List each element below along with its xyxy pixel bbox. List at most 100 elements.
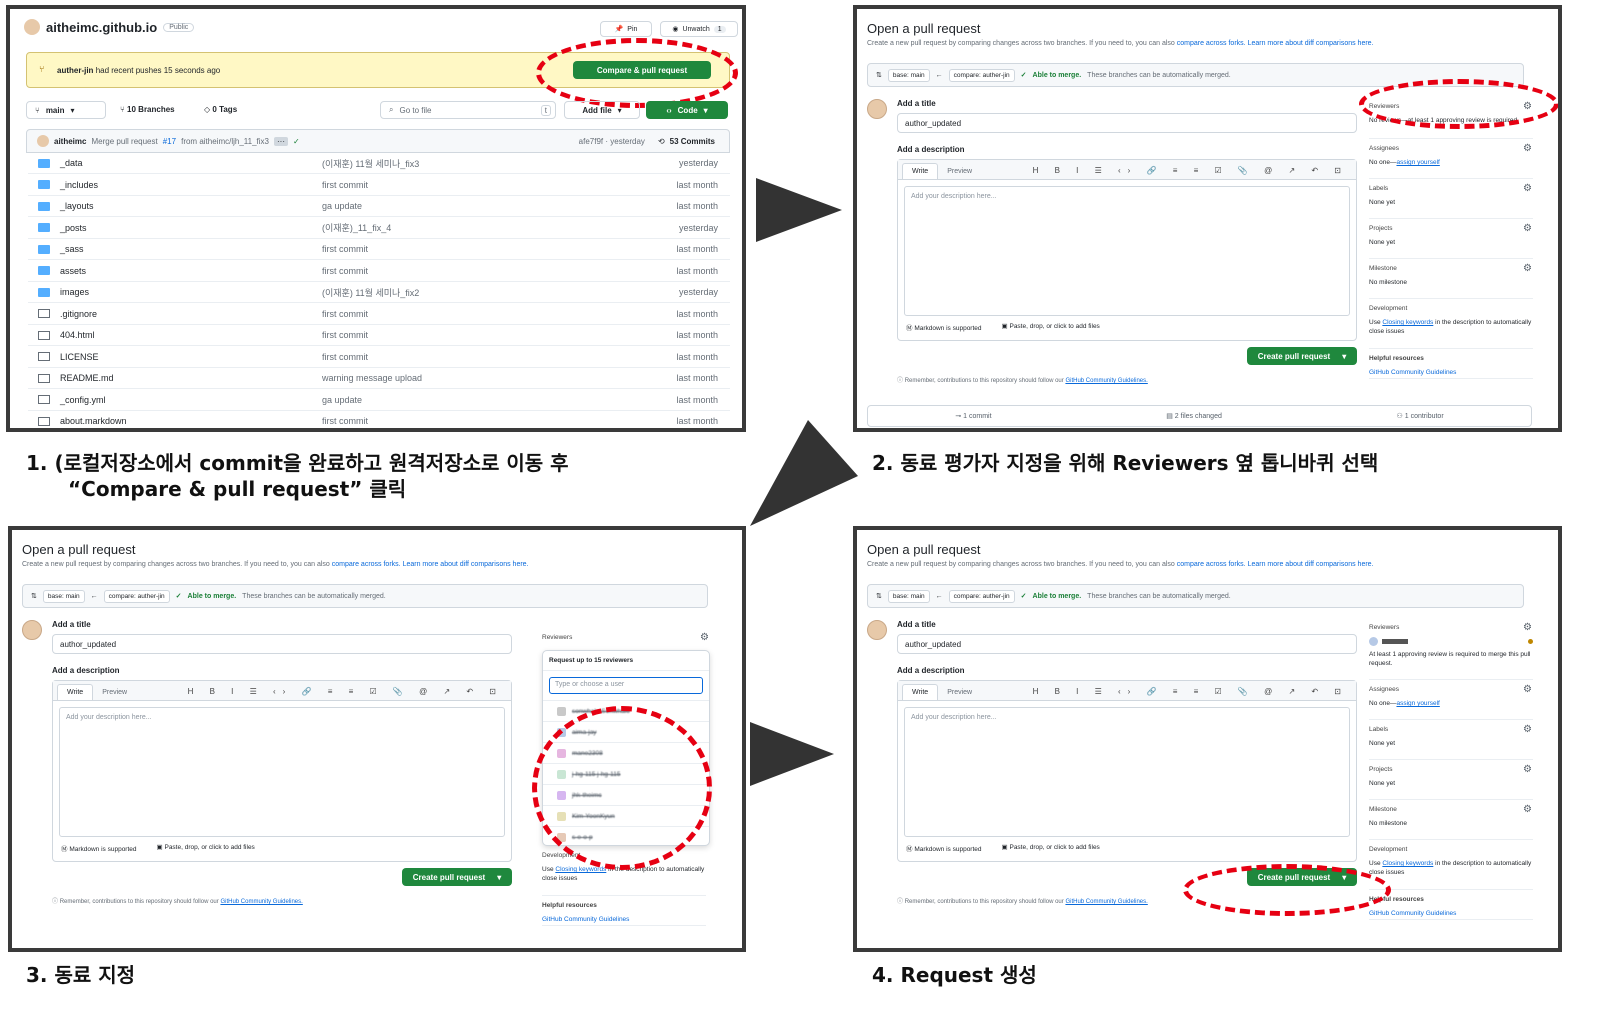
closing-keywords-link[interactable]: Closing keywords <box>1382 860 1433 867</box>
description-textarea[interactable]: Add your description here... <box>904 186 1350 316</box>
repo-name[interactable]: aitheimc.github.io <box>46 20 157 35</box>
formatting-toolbar[interactable]: H B I ☰ ‹› 🔗 ≡ ≡ ☑ 📎 @ ↗ ↶ ⊡ <box>1033 166 1356 175</box>
add-file-button[interactable]: Add file ▾ <box>564 101 640 119</box>
contributors-stat[interactable]: ⚇ 1 contributor <box>1397 412 1444 420</box>
learn-more-link[interactable]: Learn more about diff comparisons here. <box>403 561 529 568</box>
closing-keywords-link[interactable]: Closing keywords <box>1382 319 1433 326</box>
file-commit-message[interactable]: (이재훈) 11월 세미나_fix3 <box>322 157 650 170</box>
title-input[interactable]: author_updated <box>52 634 512 654</box>
attach-files[interactable]: ▣ Paste, drop, or click to add files <box>1002 843 1100 853</box>
sidebar-heading-assignees[interactable]: Assignees <box>1369 686 1533 693</box>
sidebar-heading-development[interactable]: Development <box>1369 305 1533 312</box>
sidebar-heading-milestone[interactable]: Milestone <box>1369 265 1533 272</box>
gear-icon[interactable]: ⚙ <box>1523 223 1532 234</box>
description-textarea[interactable]: Add your description here... <box>59 707 505 837</box>
file-commit-message[interactable]: first commit <box>322 416 650 426</box>
commits-link[interactable]: 53 Commits <box>670 137 715 146</box>
file-row[interactable]: _layouts ga update last month <box>28 196 730 217</box>
commit-user[interactable]: aitheimc <box>54 137 86 146</box>
attach-files[interactable]: ▣ Paste, drop, or click to add files <box>1002 322 1100 332</box>
ellipsis-icon[interactable]: ··· <box>273 136 288 146</box>
file-row[interactable]: assets first commit last month <box>28 261 730 282</box>
guidelines-link[interactable]: GitHub Community Guidelines. <box>220 899 302 905</box>
user-search-input[interactable]: Type or choose a user <box>549 677 703 694</box>
gear-icon[interactable]: ⚙ <box>700 632 709 643</box>
sidebar-heading-helpful[interactable]: Helpful resources <box>1369 896 1533 903</box>
compare-forks-link[interactable]: compare across forks. <box>1177 561 1246 568</box>
helpful-guidelines-link[interactable]: GitHub Community Guidelines <box>1369 910 1456 917</box>
files-stat[interactable]: ▤ 2 files changed <box>1166 412 1222 420</box>
file-commit-message[interactable]: first commit <box>322 309 650 319</box>
file-row[interactable]: _data (이재훈) 11월 세미나_fix3 yesterday <box>28 153 730 174</box>
sidebar-heading-assignees[interactable]: Assignees <box>1369 145 1533 152</box>
user-option[interactable]: s-e-o-p <box>543 826 709 847</box>
tab-preview[interactable]: Preview <box>938 685 981 700</box>
formatting-toolbar[interactable]: H B I ☰ ‹› 🔗 ≡ ≡ ☑ 📎 @ ↗ ↶ ⊡ <box>188 687 511 696</box>
sidebar-heading-helpful[interactable]: Helpful resources <box>1369 355 1533 362</box>
pin-button[interactable]: 📌 Pin <box>600 21 652 37</box>
compare-branch-select[interactable]: compare: auther-jin <box>948 68 1015 82</box>
description-textarea[interactable]: Add your description here... <box>904 707 1350 837</box>
file-name[interactable]: assets <box>60 266 322 276</box>
file-row[interactable]: .gitignore first commit last month <box>28 304 730 325</box>
file-commit-message[interactable]: first commit <box>322 266 650 276</box>
sidebar-heading-development[interactable]: Development <box>1369 846 1533 853</box>
closing-keywords-link[interactable]: Closing keywords <box>555 866 606 873</box>
sidebar-heading-projects[interactable]: Projects <box>1369 225 1533 232</box>
file-name[interactable]: README.md <box>60 373 322 383</box>
file-name[interactable]: images <box>60 287 322 297</box>
markdown-hint[interactable]: Ⓜ Markdown is supported <box>61 843 137 853</box>
file-row[interactable]: 404.html first commit last month <box>28 325 730 346</box>
create-pull-request-button[interactable]: Create pull request ▾ <box>1247 868 1357 886</box>
sidebar-heading-development[interactable]: Development <box>542 852 706 859</box>
file-name[interactable]: _config.yml <box>60 395 322 405</box>
assign-yourself-link[interactable]: assign yourself <box>1396 700 1439 707</box>
file-row[interactable]: README.md warning message upload last mo… <box>28 368 730 389</box>
sidebar-heading-reviewers[interactable]: Reviewers <box>1369 103 1533 110</box>
user-option[interactable]: mane2308 <box>543 742 709 763</box>
markdown-hint[interactable]: Ⓜ Markdown is supported <box>906 322 982 332</box>
go-to-file-input[interactable]: ⌕ Go to file t <box>380 101 556 119</box>
guidelines-link[interactable]: GitHub Community Guidelines. <box>1065 899 1147 905</box>
helpful-guidelines-link[interactable]: GitHub Community Guidelines <box>542 916 629 923</box>
sidebar-heading-reviewers[interactable]: Reviewers <box>542 634 572 641</box>
guidelines-link[interactable]: GitHub Community Guidelines. <box>1065 378 1147 384</box>
commits-stat[interactable]: ⊸ 1 commit <box>955 412 991 420</box>
file-row[interactable]: _includes first commit last month <box>28 175 730 196</box>
file-commit-message[interactable]: first commit <box>322 330 650 340</box>
user-option[interactable]: Kim-YoonKyun <box>543 805 709 826</box>
learn-more-link[interactable]: Learn more about diff comparisons here. <box>1248 40 1374 47</box>
compare-branch-select[interactable]: compare: auther-jin <box>948 589 1015 603</box>
branch-select[interactable]: ⑂ main ▾ <box>26 101 106 119</box>
create-pull-request-button[interactable]: Create pull request ▾ <box>402 868 512 886</box>
gear-icon[interactable]: ⚙ <box>1523 622 1532 633</box>
file-commit-message[interactable]: (이재훈)_11_fix_4 <box>322 221 650 234</box>
file-commit-message[interactable]: first commit <box>322 352 650 362</box>
file-name[interactable]: LICENSE <box>60 352 322 362</box>
file-row[interactable]: LICENSE first commit last month <box>28 347 730 368</box>
tags-link[interactable]: ◇ 0 Tags <box>204 105 237 114</box>
branches-link[interactable]: ⑂ 10 Branches <box>120 105 175 114</box>
file-name[interactable]: about.markdown <box>60 416 322 426</box>
user-option[interactable]: jhk-theimc <box>543 784 709 805</box>
sidebar-heading-helpful[interactable]: Helpful resources <box>542 902 706 909</box>
tab-write[interactable]: Write <box>902 684 939 700</box>
file-name[interactable]: _posts <box>60 223 322 233</box>
file-commit-message[interactable]: ga update <box>322 201 650 211</box>
user-option[interactable]: aima-jay <box>543 721 709 742</box>
code-button[interactable]: ‹› Code ▾ <box>646 101 728 119</box>
file-name[interactable]: _sass <box>60 244 322 254</box>
compare-forks-link[interactable]: compare across forks. <box>332 561 401 568</box>
markdown-hint[interactable]: Ⓜ Markdown is supported <box>906 843 982 853</box>
sidebar-heading-labels[interactable]: Labels <box>1369 185 1533 192</box>
attach-files[interactable]: ▣ Paste, drop, or click to add files <box>157 843 255 853</box>
unwatch-button[interactable]: ◉ Unwatch 1 <box>660 21 738 37</box>
compare-pull-request-button[interactable]: Compare & pull request <box>573 61 711 79</box>
title-input[interactable]: author_updated <box>897 113 1357 133</box>
base-branch-select[interactable]: base: main <box>887 589 930 603</box>
commit-hash[interactable]: afe7f9f · yesterday <box>579 137 645 146</box>
gear-icon[interactable]: ⚙ <box>1523 101 1532 112</box>
commit-pr-link[interactable]: #17 <box>163 137 176 146</box>
tab-preview[interactable]: Preview <box>93 685 136 700</box>
formatting-toolbar[interactable]: H B I ☰ ‹› 🔗 ≡ ≡ ☑ 📎 @ ↗ ↶ ⊡ <box>1033 687 1356 696</box>
